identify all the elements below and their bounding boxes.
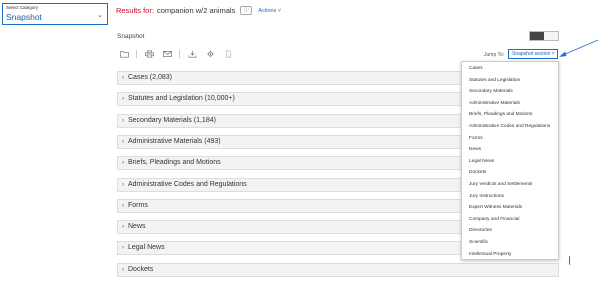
download-icon[interactable] <box>186 50 198 59</box>
chevron-down-icon: ⌄ <box>97 12 103 19</box>
actions-menu[interactable]: Actions ˅ <box>258 8 281 14</box>
toolbar-divider <box>179 50 180 58</box>
section-row[interactable]: › Dockets <box>117 262 559 277</box>
dropdown-item[interactable]: Secondary Materials <box>469 89 513 94</box>
email-icon[interactable] <box>161 50 173 59</box>
results-header: Results for: companion w/2 animals ⓘ Act… <box>116 6 281 15</box>
dropdown-item[interactable]: Briefs, Pleadings and Motions <box>469 112 532 117</box>
section-label: News <box>128 223 146 231</box>
edge-mark <box>569 256 572 265</box>
category-select[interactable]: Select Category Snapshot ⌄ <box>2 3 108 25</box>
section-label: Dockets <box>128 265 154 273</box>
annotation-arrow-icon <box>559 39 599 57</box>
actions-label: Actions <box>258 7 277 14</box>
results-prefix: Results for: <box>116 6 154 15</box>
category-select-value: Snapshot <box>6 12 42 22</box>
dropdown-item[interactable]: Scientific <box>469 240 488 245</box>
section-label: Briefs, Pleadings and Motions <box>128 159 221 167</box>
dropdown-item[interactable]: Company and Financial <box>469 217 519 222</box>
dropdown-item[interactable]: Expert Witness Materials <box>469 205 522 210</box>
toolbar-divider <box>136 50 137 58</box>
dropdown-item[interactable]: Forms <box>469 136 483 141</box>
section-label: Statutes and Legislation (10,000+) <box>128 95 235 103</box>
document-icon[interactable] <box>222 50 234 59</box>
dropdown-item[interactable]: Legal News <box>469 159 494 164</box>
section-label: Administrative Codes and Regulations <box>128 180 247 188</box>
settings-icon[interactable] <box>204 50 216 59</box>
dropdown-item[interactable]: Jury Verdicts and Settlements <box>469 182 532 187</box>
section-label: Cases (2,083) <box>128 74 172 81</box>
jump-to-select[interactable]: Snapshot section ˅ <box>508 49 558 59</box>
jump-to-label: Jump To: <box>484 52 505 58</box>
dropdown-item[interactable]: Cases <box>469 66 483 71</box>
dropdown-item[interactable]: Directories <box>469 228 492 233</box>
snapshot-title: Snapshot <box>117 33 145 40</box>
dropdown-item[interactable]: Statutes and Legislation <box>469 78 520 83</box>
results-query: companion w/2 animals <box>156 6 236 15</box>
category-select-label: Select Category <box>6 5 39 10</box>
dropdown-item[interactable]: News <box>469 147 481 152</box>
section-label: Legal News <box>128 244 165 252</box>
jump-to-dropdown: Cases Statutes and Legislation Secondary M… <box>461 61 559 260</box>
dropdown-item[interactable]: Jury Instructions <box>469 194 504 199</box>
view-toggle-list-icon[interactable] <box>530 32 544 40</box>
dropdown-item[interactable]: Administrative Codes and Regulations <box>469 124 550 129</box>
dropdown-item[interactable]: Administrative Materials <box>469 101 520 106</box>
folder-icon[interactable] <box>118 50 130 59</box>
toolbar <box>118 49 240 59</box>
dropdown-item[interactable]: Intellectual Property <box>469 252 511 257</box>
jump-to-value: Snapshot section <box>512 51 551 57</box>
info-icon[interactable]: ⓘ <box>240 6 253 15</box>
section-label: Secondary Materials (1,184) <box>128 116 216 124</box>
section-label: Forms <box>128 201 148 209</box>
print-icon[interactable] <box>143 50 155 59</box>
section-label: Administrative Materials (493) <box>128 137 221 145</box>
dropdown-item[interactable]: Dockets <box>469 170 486 175</box>
